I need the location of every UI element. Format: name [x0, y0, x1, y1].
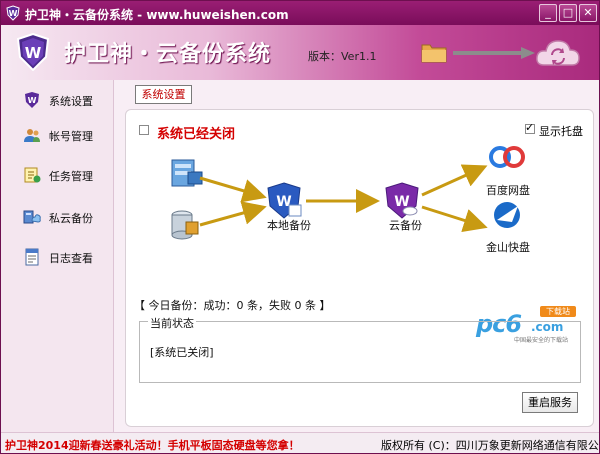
- cloud-backup-label: 云备份: [389, 219, 422, 232]
- promo-link[interactable]: 护卫神2014迎新春送豪礼活动！手机平板固态硬盘等您拿！: [5, 437, 300, 453]
- sidebar-item-system-settings[interactable]: W 系统设置: [9, 89, 111, 111]
- version-label: 版本：Ver1.1: [308, 50, 377, 63]
- baidu-netdisk-icon: [489, 146, 525, 168]
- local-backup-label: 本地备份: [267, 219, 311, 232]
- local-backup-shield-icon: W: [267, 182, 302, 219]
- sidebar-item-label: 任务管理: [49, 170, 93, 183]
- window-title: 护卫神・云备份系统 - www.huweishen.com: [25, 8, 289, 22]
- log-icon: [25, 248, 39, 266]
- arrow-right-icon: [453, 47, 535, 59]
- users-icon: [24, 129, 40, 142]
- cloud-backup-icon: [23, 210, 41, 224]
- cloud-backup-shield-icon: W: [385, 182, 419, 219]
- current-status-legend: 当前状态: [148, 315, 196, 331]
- app-logo-icon: W: [6, 5, 20, 21]
- gear-shield-icon: W: [25, 92, 39, 108]
- database-icon: [171, 210, 199, 240]
- cloud-sync-icon: [536, 40, 580, 66]
- today-backup-summary: 【 今日备份：成功：0 条，失败 0 条 】: [134, 299, 331, 312]
- shield-logo-icon: W: [16, 33, 50, 71]
- sidebar-item-private-cloud-backup[interactable]: 私云备份: [9, 206, 111, 228]
- watermark-tag: 下载站: [540, 306, 576, 317]
- kingsoft-kuaipan-icon: [494, 202, 520, 228]
- title-bar[interactable]: W 护卫神・云备份系统 - www.huweishen.com _ □ ✕: [1, 1, 599, 25]
- baidu-netdisk-label: 百度网盘: [486, 184, 530, 197]
- app-window: W 护卫神・云备份系统 - www.huweishen.com _ □ ✕ W …: [0, 0, 600, 454]
- sidebar-item-task-management[interactable]: 任务管理: [9, 164, 111, 186]
- sidebar-item-label: 帐号管理: [49, 130, 93, 143]
- footer: 护卫神2014迎新春送豪礼活动！手机平板固态硬盘等您拿！ 版权所有 (C)：四川…: [1, 432, 600, 453]
- sidebar-item-log-view[interactable]: 日志查看: [9, 246, 111, 268]
- main-content: 系统设置 系统已经关闭 ✓ 显示托盘 W W 本地备份 云备份 百度网盘 金山快…: [114, 80, 599, 432]
- tab-system-settings[interactable]: 系统设置: [135, 85, 192, 104]
- svg-text:W: W: [9, 9, 18, 18]
- settings-panel: 系统已经关闭 ✓ 显示托盘 W W 本地备份 云备份 百度网盘 金山快盘 【 今…: [125, 109, 594, 427]
- svg-text:W: W: [28, 96, 37, 105]
- folder-icon: [421, 44, 447, 63]
- sidebar: W 系统设置 帐号管理 任务管理 私云备份 日志查看: [1, 80, 114, 432]
- close-button[interactable]: ✕: [579, 4, 597, 22]
- restart-service-button[interactable]: 重启服务: [522, 392, 578, 413]
- banner-title: 护卫神・云备份系统: [64, 42, 272, 67]
- sidebar-item-label: 系统设置: [49, 95, 93, 108]
- server-icon: [171, 159, 203, 187]
- svg-text:W: W: [25, 44, 42, 62]
- current-status-group: 当前状态 [系统已关闭]: [139, 315, 581, 383]
- header-banner: W 护卫神・云备份系统 版本：Ver1.1: [1, 25, 599, 80]
- sidebar-item-account-management[interactable]: 帐号管理: [9, 124, 111, 146]
- minimize-button[interactable]: _: [539, 4, 557, 22]
- current-status-text: [系统已关闭]: [150, 346, 214, 359]
- task-icon: [24, 167, 41, 183]
- kingsoft-kuaipan-label: 金山快盘: [486, 241, 530, 254]
- sidebar-item-label: 日志查看: [49, 252, 93, 265]
- copyright-text: 版权所有 (C)：四川万象更新网络通信有限公司: [381, 439, 600, 452]
- sidebar-item-label: 私云备份: [49, 212, 93, 225]
- maximize-button[interactable]: □: [559, 4, 577, 22]
